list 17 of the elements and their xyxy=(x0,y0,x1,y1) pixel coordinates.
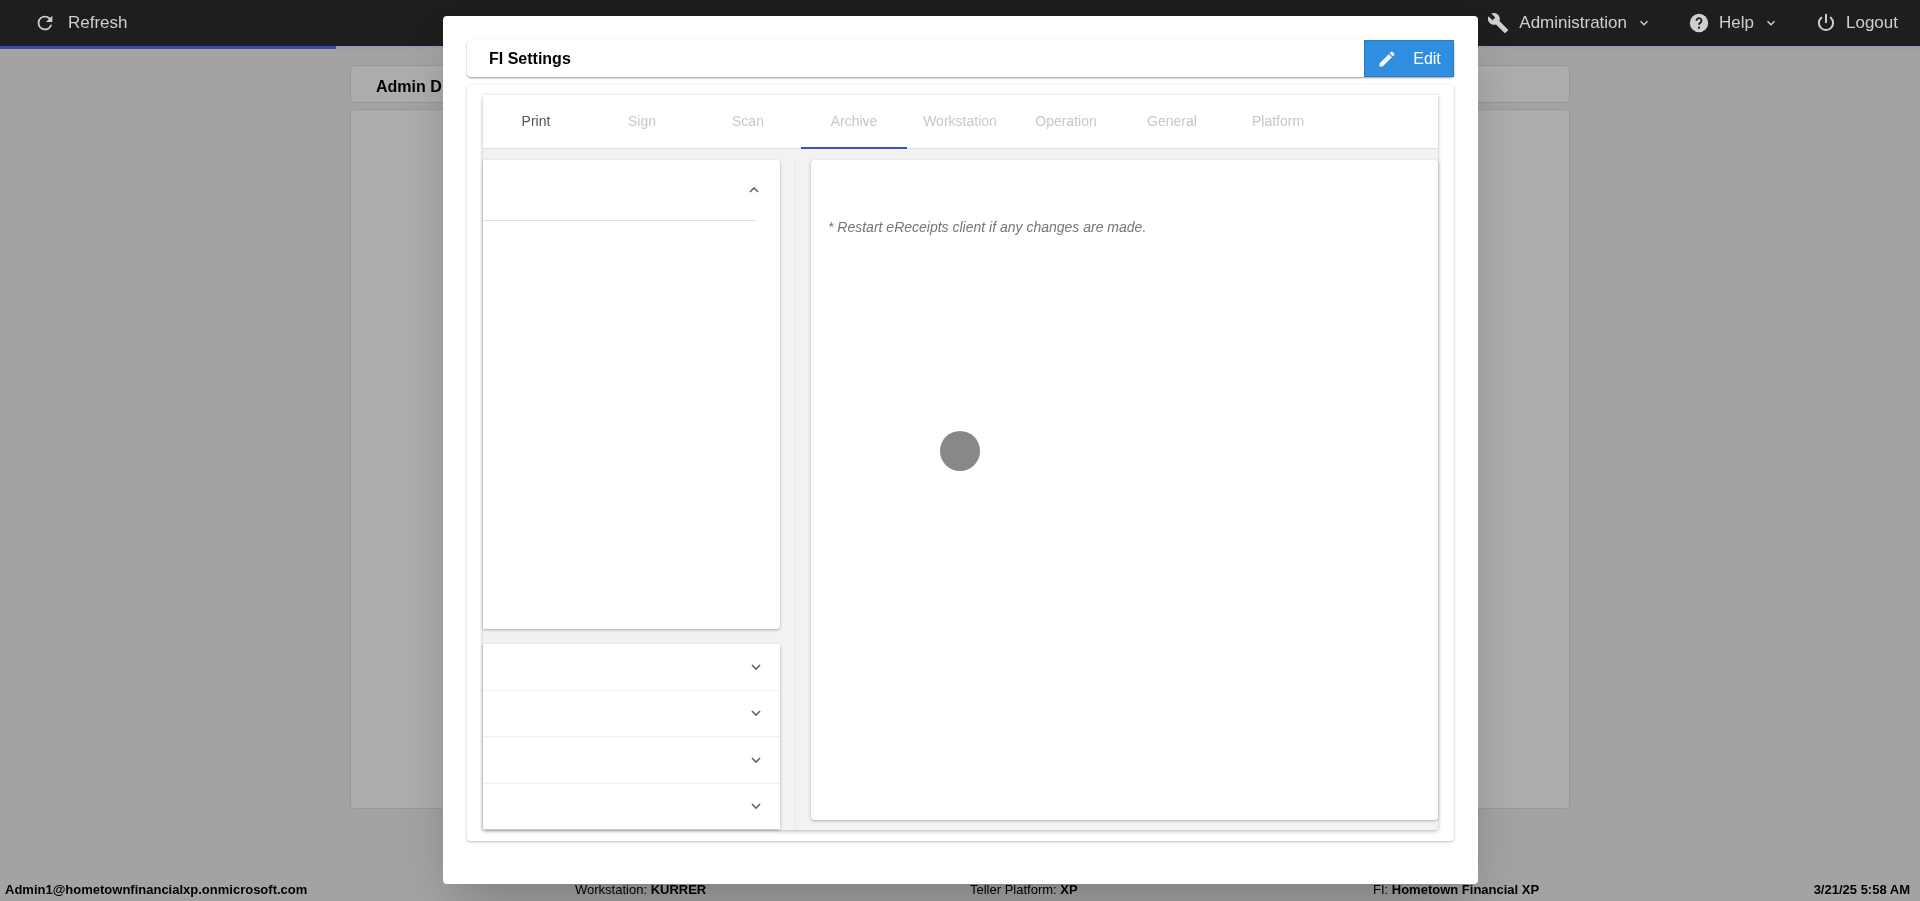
menu-button[interactable]: Help xyxy=(1689,10,1778,36)
status-text: Teller Platform: XP xyxy=(970,880,1078,899)
status-text: FI: Hometown Financial XP xyxy=(1373,880,1540,899)
dialog-title: FI Settings xyxy=(489,48,571,69)
edit-button[interactable]: Edit xyxy=(1364,40,1454,77)
refresh-button[interactable]: Refresh xyxy=(34,10,128,36)
menu-button[interactable]: Logout xyxy=(1816,10,1898,36)
status-text: Admin1@hometownfinancialxp.onmicrosoft.com xyxy=(5,880,308,899)
status-text: Workstation: KURRER xyxy=(575,880,707,899)
tab[interactable]: Print xyxy=(483,95,589,149)
menu-button[interactable]: Administration xyxy=(1487,10,1652,36)
help-icon xyxy=(1689,13,1710,33)
wrench-icon xyxy=(1487,12,1510,34)
restart-note: * Restart eReceipts client if any changes are made. xyxy=(828,218,1147,237)
power-icon xyxy=(1816,13,1836,33)
card-title: Admin D xyxy=(376,77,442,97)
status-text: 3/21/25 5:58 AM xyxy=(1813,880,1910,899)
